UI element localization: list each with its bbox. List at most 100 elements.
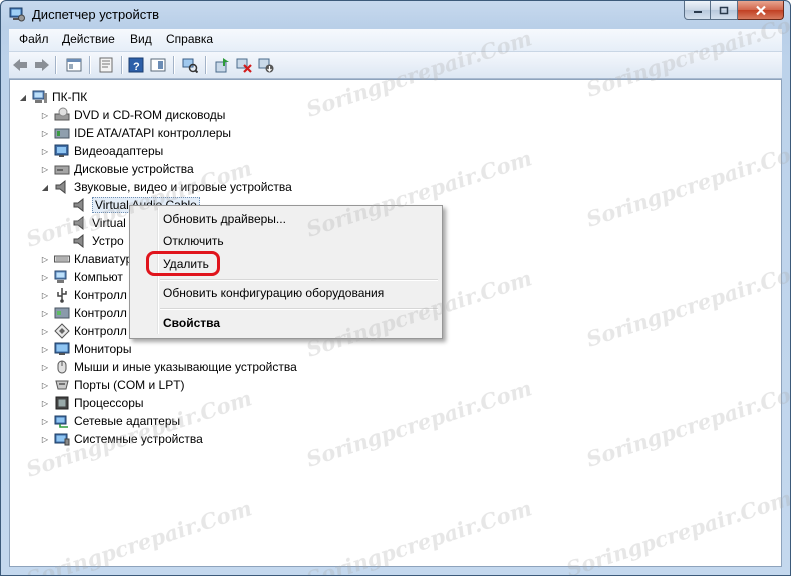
system-device-icon	[54, 433, 70, 446]
tree-device[interactable]: Устро	[72, 232, 124, 250]
tree-category[interactable]: ▷ DVD и CD-ROM дисководы	[40, 106, 225, 124]
device-label: Устро	[92, 234, 124, 248]
expand-arrow-icon[interactable]: ▷	[40, 128, 50, 138]
expand-arrow-icon[interactable]: ▷	[40, 398, 50, 408]
tree-category[interactable]: ▷ Видеоадаптеры	[40, 142, 163, 160]
window-title: Диспетчер устройств	[32, 7, 160, 22]
category-label: Клавиатур	[74, 252, 133, 266]
tree-category[interactable]: ▷ Клавиатур	[40, 250, 132, 268]
category-label: Контролл	[74, 306, 127, 320]
uninstall-icon	[236, 58, 252, 73]
display-adapter-icon	[54, 144, 69, 157]
forward-button[interactable]	[33, 56, 51, 74]
maximize-icon	[719, 6, 729, 14]
tree-category[interactable]: ▷ Мыши и иные указывающие устройства	[40, 358, 297, 376]
expand-arrow-icon[interactable]: ▷	[40, 362, 50, 372]
expand-arrow-icon[interactable]: ▷	[40, 290, 50, 300]
category-label: Контролл	[74, 288, 127, 302]
device-manager-icon	[9, 7, 25, 22]
tree-category[interactable]: ▷ Компьют	[40, 268, 123, 286]
uninstall-highlight-annotation	[146, 251, 220, 276]
close-button[interactable]	[738, 1, 784, 20]
expand-arrow-icon[interactable]: ▷	[40, 164, 50, 174]
close-icon	[755, 5, 766, 15]
category-label: Звуковые, видео и игровые устройства	[74, 180, 292, 194]
menu-view[interactable]: Вид	[130, 32, 152, 46]
tree-category[interactable]: ▷ Мониторы	[40, 340, 132, 358]
menu-bar: Файл Действие Вид Справка	[9, 29, 782, 52]
tree-root[interactable]: ◢ ПК-ПК	[18, 88, 87, 106]
tree-category[interactable]: ▷ IDE ATA/ATAPI контроллеры	[40, 124, 231, 142]
category-label: IDE ATA/ATAPI контроллеры	[74, 126, 232, 140]
network-adapter-icon	[54, 415, 68, 428]
expand-arrow-icon[interactable]: ▷	[40, 308, 50, 318]
tree-category-expanded[interactable]: ◢ Звуковые, видео и игровые устройства	[40, 178, 292, 196]
menu-scan-hardware[interactable]: Обновить конфигурацию оборудования	[163, 286, 384, 300]
disk-drive-icon	[54, 165, 70, 175]
category-label: DVD и CD-ROM дисководы	[74, 108, 226, 122]
device-label: Virtual	[92, 216, 126, 230]
storage-controller-icon	[54, 307, 70, 319]
dvd-drive-icon	[54, 107, 70, 121]
expand-arrow-icon[interactable]: ▷	[40, 272, 50, 282]
menu-file[interactable]: Файл	[19, 32, 49, 46]
computer-icon	[54, 270, 67, 283]
menu-action[interactable]: Действие	[62, 32, 115, 46]
tree-category[interactable]: ▷ Контролл	[40, 322, 127, 340]
expand-arrow-icon[interactable]: ▷	[40, 254, 50, 264]
update-driver-icon	[215, 58, 229, 73]
uninstall-device-button[interactable]	[235, 56, 253, 74]
menu-help[interactable]: Справка	[166, 32, 213, 46]
tree-category[interactable]: ▷ Порты (COM и LPT)	[40, 376, 185, 394]
title-bar[interactable]: Диспетчер устройств	[1, 1, 790, 29]
category-label: Компьют	[74, 270, 123, 284]
expand-arrow-icon[interactable]: ▷	[40, 416, 50, 426]
category-label: Дисковые устройства	[74, 162, 194, 176]
usb-controller-icon	[57, 288, 67, 303]
expand-arrow-icon[interactable]: ▷	[40, 146, 50, 156]
category-label: Мониторы	[74, 342, 132, 356]
toolbar: ?	[9, 52, 782, 79]
tree-category[interactable]: ▷ Системные устройства	[40, 430, 203, 448]
category-label: Мыши и иные указывающие устройства	[74, 360, 297, 374]
expand-arrow-icon[interactable]: ▷	[40, 110, 50, 120]
help-icon: ?	[128, 57, 144, 73]
expand-arrow-icon[interactable]: ▷	[40, 380, 50, 390]
scan-hardware-button[interactable]	[181, 56, 199, 74]
show-hide-console-tree-button[interactable]	[65, 56, 83, 74]
tree-category[interactable]: ▷ Контролл	[40, 286, 127, 304]
tree-category[interactable]: ▷ Сетевые адаптеры	[40, 412, 180, 430]
category-label: Процессоры	[74, 396, 144, 410]
console-view-button[interactable]	[149, 56, 167, 74]
window-controls	[684, 1, 784, 21]
ide-controller-icon	[54, 128, 70, 139]
help-toolbar-button[interactable]: ?	[127, 56, 145, 74]
speaker-icon	[55, 179, 66, 195]
tree-category[interactable]: ▷ Контролл	[40, 304, 127, 322]
menu-properties[interactable]: Свойства	[163, 316, 220, 330]
tree-device[interactable]: Virtual	[72, 214, 126, 232]
expand-arrow-icon[interactable]: ▷	[40, 326, 50, 336]
console-tree-icon	[66, 58, 82, 72]
category-label: Контролл	[74, 324, 127, 338]
disable-device-icon	[258, 58, 274, 73]
expand-arrow-icon[interactable]: ▷	[40, 344, 50, 354]
back-button[interactable]	[11, 56, 29, 74]
menu-disable[interactable]: Отключить	[163, 234, 224, 248]
forward-arrow-icon	[35, 59, 49, 71]
maximize-button[interactable]	[711, 1, 738, 20]
properties-toolbar-button[interactable]	[97, 56, 115, 74]
expand-arrow-icon[interactable]: ▷	[40, 434, 50, 444]
device-manager-window: Диспетчер устройств Файл Действие Вид Сп…	[0, 0, 791, 576]
update-driver-button[interactable]	[213, 56, 231, 74]
minimize-button[interactable]	[684, 1, 711, 20]
category-label: Видеоадаптеры	[74, 144, 164, 158]
category-label: Порты (COM и LPT)	[74, 378, 185, 392]
scan-hardware-icon	[182, 58, 198, 73]
tree-category[interactable]: ▷ Процессоры	[40, 394, 144, 412]
tree-category[interactable]: ▷ Дисковые устройства	[40, 160, 194, 178]
collapse-arrow-icon[interactable]: ◢	[18, 92, 28, 102]
collapse-arrow-icon[interactable]: ◢	[40, 182, 50, 192]
disable-device-button[interactable]	[257, 56, 275, 74]
menu-update-drivers[interactable]: Обновить драйверы...	[163, 212, 286, 226]
